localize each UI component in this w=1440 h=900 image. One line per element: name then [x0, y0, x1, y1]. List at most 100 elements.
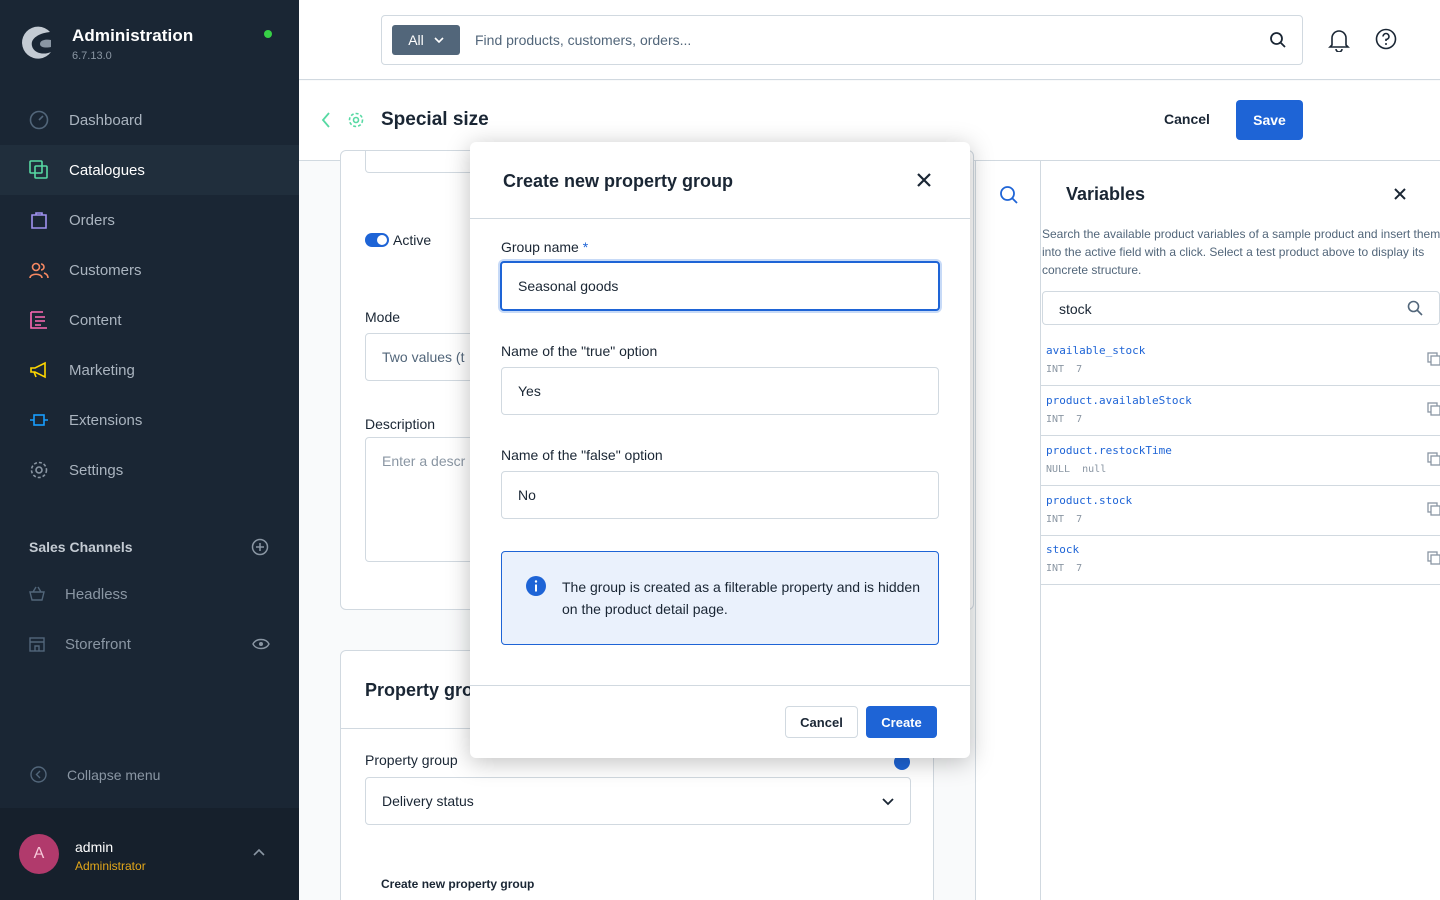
info-alert: The group is created as a filterable pro…: [501, 551, 939, 645]
shopware-logo-icon: [22, 26, 51, 59]
true-option-label: Name of the "true" option: [501, 343, 658, 359]
copy-icon[interactable]: [1427, 352, 1440, 366]
variable-row[interactable]: product.restockTime NULL null: [1041, 436, 1440, 486]
cancel-button[interactable]: Cancel: [1164, 111, 1210, 127]
sidebar-item-catalogues[interactable]: Catalogues: [0, 145, 299, 195]
collapse-icon: [30, 766, 47, 783]
extensions-icon: [28, 409, 50, 431]
modal-footer: Cancel Create: [470, 685, 970, 758]
mode-label: Mode: [365, 309, 401, 325]
online-status-indicator: [264, 30, 272, 38]
active-label: Active: [393, 232, 432, 248]
variable-row[interactable]: product.stock INT 7: [1041, 486, 1440, 536]
gear-icon: [348, 112, 364, 128]
copy-icon[interactable]: [1427, 502, 1440, 516]
help-icon[interactable]: [1375, 28, 1397, 50]
app-title: Administration: [72, 26, 194, 45]
sidebar-item-content[interactable]: Content: [0, 295, 299, 345]
variable-type: NULL null: [1046, 464, 1107, 475]
sidebar-item-settings[interactable]: Settings: [0, 445, 299, 495]
search-scope-select[interactable]: All: [392, 25, 460, 55]
variable-row[interactable]: available_stock INT 7: [1041, 336, 1440, 386]
app-version: 6.7.13.0: [72, 50, 112, 62]
sales-channel-headless[interactable]: Headless: [28, 585, 272, 603]
false-option-label: Name of the "false" option: [501, 447, 663, 463]
marketing-icon: [28, 359, 50, 381]
chevron-down-icon: [882, 798, 894, 806]
storefront-icon: [28, 635, 46, 653]
main-nav: Dashboard Catalogues Orders Customers Co…: [0, 95, 299, 495]
user-name: admin: [75, 839, 114, 855]
false-option-input[interactable]: No: [501, 471, 939, 519]
variable-row[interactable]: stock INT 7: [1041, 535, 1440, 585]
variable-name: stock: [1046, 543, 1080, 556]
sidebar-item-orders[interactable]: Orders: [0, 195, 299, 245]
variable-name: available_stock: [1046, 344, 1146, 357]
variables-search-value: stock: [1059, 301, 1092, 317]
customers-icon: [28, 259, 50, 281]
copy-icon[interactable]: [1427, 452, 1440, 466]
variable-row[interactable]: product.availableStock INT 7: [1041, 386, 1440, 436]
sidebar-item-label: Catalogues: [69, 161, 145, 179]
active-toggle[interactable]: [365, 233, 389, 247]
collapse-label: Collapse menu: [67, 766, 161, 783]
search-icon[interactable]: [999, 185, 1019, 205]
variable-type: INT 7: [1046, 414, 1083, 425]
sidebar-item-customers[interactable]: Customers: [0, 245, 299, 295]
modal-header: Create new property group: [470, 142, 970, 219]
sidebar-item-dashboard[interactable]: Dashboard: [0, 95, 299, 145]
sales-channel-storefront[interactable]: Storefront: [28, 635, 272, 653]
search-input[interactable]: Find products, customers, orders...: [475, 32, 691, 48]
variables-search-input[interactable]: stock: [1042, 291, 1440, 325]
copy-icon[interactable]: [1427, 402, 1440, 416]
orders-icon: [28, 209, 50, 231]
save-button[interactable]: Save: [1236, 100, 1303, 140]
group-name-input[interactable]: Seasonal goods: [500, 261, 940, 311]
property-group-select[interactable]: Delivery status: [365, 777, 911, 825]
eye-icon[interactable]: [252, 638, 270, 650]
sidebar-item-label: Customers: [69, 261, 142, 279]
property-group-label: Property group: [365, 752, 458, 768]
catalogues-icon: [28, 159, 50, 181]
info-icon: [526, 576, 546, 596]
user-role: Administrator: [75, 859, 146, 873]
add-sales-channel-icon[interactable]: [251, 538, 269, 556]
content-icon: [28, 309, 50, 331]
variable-type: INT 7: [1046, 364, 1083, 375]
sidebar-item-label: Dashboard: [69, 111, 143, 129]
top-bar: All Find products, customers, orders...: [299, 0, 1440, 80]
close-icon[interactable]: [916, 172, 932, 188]
create-button[interactable]: Create: [866, 706, 937, 738]
sidebar-item-extensions[interactable]: Extensions: [0, 395, 299, 445]
close-icon[interactable]: [1393, 187, 1407, 201]
variable-type: INT 7: [1046, 514, 1083, 525]
sidebar-item-label: Orders: [69, 211, 115, 229]
page-title: Special size: [381, 109, 489, 130]
global-search[interactable]: All Find products, customers, orders...: [381, 15, 1303, 65]
sales-channels-header: Sales Channels: [29, 538, 269, 556]
property-group-value: Delivery status: [382, 793, 474, 809]
brand[interactable]: Administration 6.7.13.0: [20, 24, 193, 62]
user-menu[interactable]: A admin Administrator: [0, 808, 299, 900]
sales-channels-title: Sales Channels: [29, 539, 133, 555]
sidebar-item-label: Settings: [69, 461, 124, 479]
sidebar-item-marketing[interactable]: Marketing: [0, 345, 299, 395]
variable-type: INT 7: [1046, 563, 1083, 574]
sidebar: Administration 6.7.13.0 Dashboard Catalo…: [0, 0, 299, 900]
true-option-input[interactable]: Yes: [501, 367, 939, 415]
variables-rail: [975, 161, 1040, 900]
variables-description: Search the available product variables o…: [1042, 227, 1440, 277]
collapse-menu-button[interactable]: Collapse menu: [30, 766, 160, 783]
info-text: The group is created as a filterable pro…: [562, 579, 920, 617]
bell-icon[interactable]: [1328, 28, 1350, 52]
search-scope-label: All: [408, 32, 424, 48]
create-property-group-link[interactable]: Create new property group: [381, 877, 534, 891]
chevron-up-icon: [253, 848, 265, 856]
description-label: Description: [365, 416, 436, 432]
variables-title: Variables: [1066, 184, 1146, 204]
variable-name: product.stock: [1046, 494, 1133, 507]
search-icon[interactable]: [1269, 31, 1287, 49]
copy-icon[interactable]: [1427, 551, 1440, 565]
cancel-button[interactable]: Cancel: [785, 706, 858, 738]
chevron-left-icon[interactable]: [321, 112, 331, 128]
